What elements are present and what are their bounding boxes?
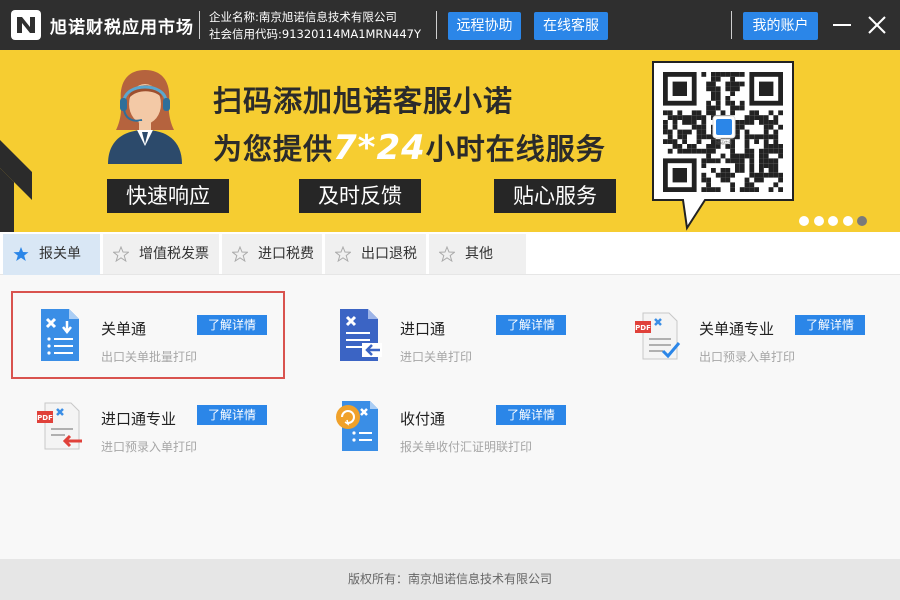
qr-code-bubble: 旭诺信息 bbox=[651, 60, 795, 232]
customer-service-agent-icon bbox=[108, 70, 182, 164]
tab-customs-declaration[interactable]: 报关单 bbox=[3, 234, 100, 276]
tab-label: 增值税发票 bbox=[139, 246, 209, 262]
tab-label: 报关单 bbox=[39, 246, 81, 262]
app-desc: 出口关单批量打印 bbox=[101, 350, 198, 364]
svg-text:PDF: PDF bbox=[37, 414, 53, 422]
app-card-shoufutong[interactable]: 收付通 报关单收付汇证明联打印 了解详情 bbox=[312, 383, 582, 467]
banner-subheadline-suffix: 小时在线服务 bbox=[425, 132, 606, 166]
star-outline-icon bbox=[232, 246, 248, 262]
credit-code: 社会信用代码:91320114MA1MRN447Y bbox=[209, 27, 422, 41]
banner-tag: 贴心服务 bbox=[494, 179, 616, 213]
xunuo-logo-icon bbox=[11, 10, 41, 40]
learn-more-button[interactable]: 了解详情 bbox=[197, 405, 267, 425]
tab-label: 其他 bbox=[465, 246, 493, 262]
tab-label: 出口退税 bbox=[361, 246, 417, 262]
app-desc: 进口关单打印 bbox=[400, 350, 473, 364]
learn-more-button[interactable]: 了解详情 bbox=[197, 315, 267, 335]
app-card-guandantong-pro[interactable]: PDF 关单通专业 出口预录入单打印 了解详情 bbox=[611, 293, 881, 377]
carousel-dot[interactable] bbox=[813, 216, 824, 226]
carousel-dot-active[interactable] bbox=[857, 216, 867, 226]
pdf-import-doc-icon: PDF bbox=[37, 402, 82, 450]
app-card-jinkoutong-pro[interactable]: PDF 进口通专业 进口预录入单打印 了解详情 bbox=[13, 383, 283, 467]
online-service-button[interactable]: 在线客服 bbox=[534, 12, 608, 40]
star-filled-icon bbox=[13, 247, 29, 261]
banner-subheadline: 为您提供7*24小时在线服务 bbox=[213, 126, 606, 168]
minimize-icon[interactable] bbox=[831, 14, 853, 36]
app-card-jinkoutong[interactable]: 进口通 进口关单打印 了解详情 bbox=[312, 293, 582, 377]
company-name: 企业名称:南京旭诺信息技术有限公司 bbox=[209, 10, 397, 24]
carousel-dot[interactable] bbox=[799, 216, 809, 226]
star-outline-icon bbox=[113, 246, 129, 262]
my-account-button[interactable]: 我的账户 bbox=[743, 12, 818, 40]
app-title: 旭诺财税应用市场 bbox=[50, 18, 194, 38]
carousel-dot[interactable] bbox=[842, 216, 853, 226]
qr-code-icon: 旭诺信息 bbox=[652, 61, 794, 231]
learn-more-button[interactable]: 了解详情 bbox=[496, 405, 566, 425]
close-icon[interactable] bbox=[866, 14, 888, 36]
app-desc: 报关单收付汇证明联打印 bbox=[400, 440, 533, 454]
title-bar: 旭诺财税应用市场 企业名称:南京旭诺信息技术有限公司 社会信用代码:913201… bbox=[0, 0, 900, 50]
title-divider bbox=[199, 11, 200, 39]
tab-label: 进口税费 bbox=[258, 246, 314, 262]
promo-banner[interactable]: 扫码添加旭诺客服小诺 为您提供7*24小时在线服务 快速响应 及时反馈 贴心服务… bbox=[0, 50, 900, 232]
app-name: 关单通专业 bbox=[699, 320, 775, 338]
pdf-check-doc-icon: PDF bbox=[635, 312, 681, 360]
tab-export-tax-refund[interactable]: 出口退税 bbox=[325, 234, 426, 274]
app-desc: 进口预录入单打印 bbox=[101, 440, 198, 454]
tab-vat-invoice[interactable]: 增值税发票 bbox=[103, 234, 219, 274]
title-divider bbox=[731, 11, 732, 39]
payment-doc-icon bbox=[336, 401, 378, 451]
category-tabs: 报关单 增值税发票 进口税费 出口退税 其他 bbox=[0, 232, 900, 276]
remote-assist-button[interactable]: 远程协助 bbox=[448, 12, 521, 40]
carousel-dot[interactable] bbox=[828, 216, 838, 226]
carousel-dots bbox=[799, 211, 872, 230]
app-desc: 出口预录入单打印 bbox=[699, 350, 796, 364]
app-card-guandantong[interactable]: 关单通 出口关单批量打印 了解详情 bbox=[11, 291, 285, 379]
banner-highlight: 7*24 bbox=[333, 128, 426, 168]
company-info: 企业名称:南京旭诺信息技术有限公司 社会信用代码:91320114MA1MRN4… bbox=[209, 9, 421, 43]
app-name: 进口通专业 bbox=[101, 410, 177, 428]
banner-headline: 扫码添加旭诺客服小诺 bbox=[213, 84, 514, 118]
learn-more-button[interactable]: 了解详情 bbox=[795, 315, 865, 335]
app-grid: 关单通 出口关单批量打印 了解详情 进口通 进口关单打印 了解详情 PDF 关单… bbox=[0, 275, 900, 559]
app-name: 关单通 bbox=[101, 320, 147, 338]
tab-other[interactable]: 其他 bbox=[429, 234, 526, 274]
app-name: 进口通 bbox=[400, 320, 446, 338]
banner-subheadline-prefix: 为您提供 bbox=[213, 132, 334, 166]
banner-tag: 及时反馈 bbox=[299, 179, 421, 213]
banner-stripes-decoration bbox=[0, 140, 32, 232]
qr-logo-text: 旭诺信息 bbox=[716, 139, 732, 145]
import-doc-arrow-icon bbox=[340, 309, 382, 361]
tab-import-tax[interactable]: 进口税费 bbox=[222, 234, 322, 274]
svg-text:PDF: PDF bbox=[635, 324, 651, 332]
learn-more-button[interactable]: 了解详情 bbox=[496, 315, 566, 335]
app-name: 收付通 bbox=[400, 410, 446, 428]
star-outline-icon bbox=[439, 246, 455, 262]
title-divider bbox=[436, 11, 437, 39]
footer-copyright: 版权所有：南京旭诺信息技术有限公司 bbox=[0, 559, 900, 600]
customs-doc-download-icon bbox=[41, 309, 79, 361]
star-outline-icon bbox=[335, 246, 351, 262]
banner-tag: 快速响应 bbox=[107, 179, 229, 213]
